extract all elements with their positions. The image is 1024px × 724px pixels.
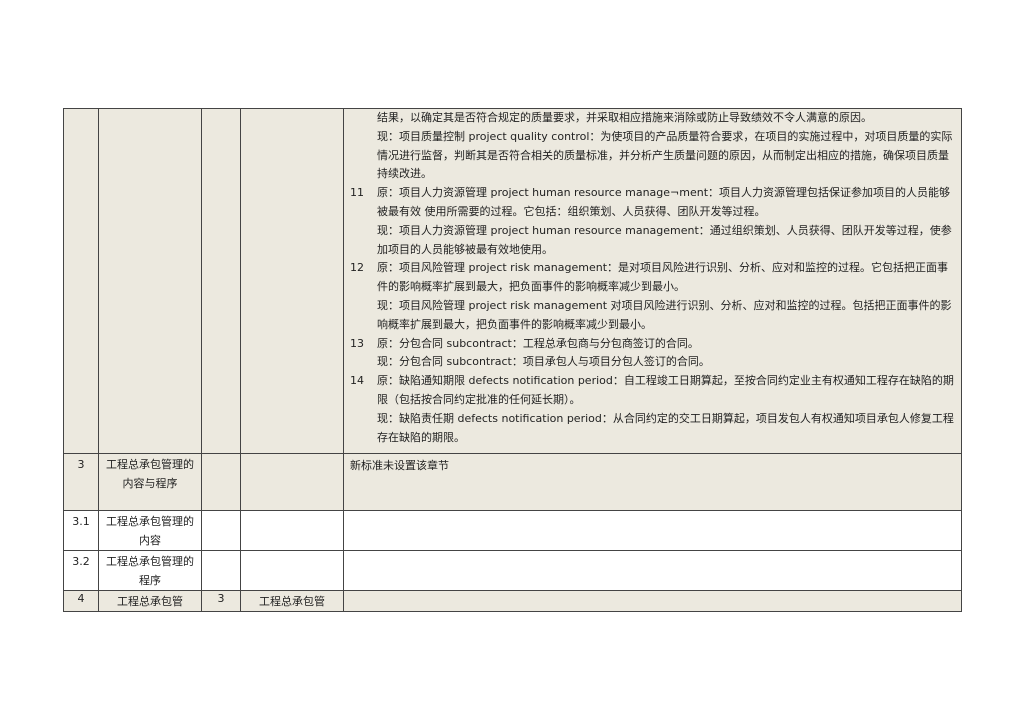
item-number: 12 (350, 261, 364, 275)
new-name-cell (240, 510, 344, 551)
old-number-cell: 3.1 (63, 510, 99, 551)
old-number-cell: 3.2 (63, 550, 99, 591)
item-original-text: 原：分包合同 subcontract：工程总承包商与分包商签订的合同。 (377, 336, 699, 350)
change-description-cell (343, 550, 962, 591)
item-number: 14 (350, 374, 364, 388)
intro-paragraph: 结果，以确定其是否符合规定的质量要求，并采取相应措施来消除或防止导致绩效不令人满… (377, 111, 872, 124)
list-item: 14 原：缺陷通知期限 defects notification period：… (350, 372, 955, 410)
table-row: 结果，以确定其是否符合规定的质量要求，并采取相应措施来消除或防止导致绩效不令人满… (63, 108, 962, 454)
table-row: 4 工程总承包管 3 工程总承包管 (63, 590, 962, 612)
item-original-text: 原：缺陷通知期限 defects notification period：自工程… (377, 374, 954, 406)
change-description-cell: 结果，以确定其是否符合规定的质量要求，并采取相应措施来消除或防止导致绩效不令人满… (343, 108, 962, 454)
list-item: 11 原：项目人力资源管理 project human resource man… (350, 184, 955, 222)
change-description-cell (343, 590, 962, 612)
item-current-text: 现：分包合同 subcontract：项目承包人与项目分包人签订的合同。 (377, 355, 710, 369)
comparison-table: 结果，以确定其是否符合规定的质量要求，并采取相应措施来消除或防止导致绩效不令人满… (63, 108, 962, 612)
old-number-cell (63, 108, 99, 454)
list-item: 13 原：分包合同 subcontract：工程总承包商与分包商签订的合同。 (350, 335, 955, 354)
change-description-cell: 新标准未设置该章节 (343, 453, 962, 511)
list-item: 12 原：项目风险管理 project risk management：是对项目… (350, 259, 955, 297)
item-original-text: 原：项目风险管理 project risk management：是对项目风险进… (377, 261, 949, 294)
new-name-cell (240, 550, 344, 591)
new-number-cell: 3 (201, 590, 241, 612)
old-name-cell (98, 108, 202, 454)
old-name-cell: 工程总承包管 (98, 590, 202, 612)
old-name-cell: 工程总承包管理的程序 (98, 550, 202, 591)
old-name-cell: 工程总承包管理的内容与程序 (98, 453, 202, 511)
item-original-text: 原：项目人力资源管理 project human resource manage… (377, 186, 951, 218)
new-name-cell (240, 108, 344, 454)
old-name-cell: 工程总承包管理的内容 (98, 510, 202, 551)
old-number-cell: 4 (63, 590, 99, 612)
change-description-cell (343, 510, 962, 551)
item-current-text: 现：缺陷责任期 defects notification period：从合同约… (377, 411, 954, 444)
item-current-text: 现：项目风险管理 project risk management 对项目风险进行… (377, 298, 952, 331)
intro-paragraph: 现：项目质量控制 project quality control：为使项目的产品… (377, 129, 953, 181)
item-number: 11 (350, 186, 364, 200)
new-name-cell (240, 453, 344, 511)
table-row: 3.2 工程总承包管理的程序 (63, 550, 962, 591)
table-row: 3.1 工程总承包管理的内容 (63, 510, 962, 551)
old-number-cell: 3 (63, 453, 99, 511)
new-number-cell (201, 453, 241, 511)
item-current-text: 现：项目人力资源管理 project human resource manage… (377, 223, 952, 256)
new-number-cell (201, 108, 241, 454)
new-number-cell (201, 550, 241, 591)
new-name-cell: 工程总承包管 (240, 590, 344, 612)
table-row: 3 工程总承包管理的内容与程序 新标准未设置该章节 (63, 453, 962, 511)
new-number-cell (201, 510, 241, 551)
item-number: 13 (350, 336, 364, 350)
